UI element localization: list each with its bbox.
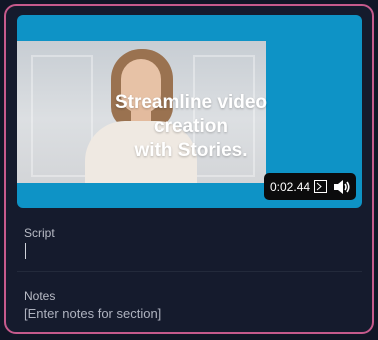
notes-label: Notes bbox=[24, 289, 56, 303]
video-timecode: 0:02.44 bbox=[270, 179, 311, 194]
notes-input[interactable]: [Enter notes for section] bbox=[24, 306, 161, 321]
section-divider bbox=[17, 271, 362, 272]
caption-icon[interactable] bbox=[314, 180, 327, 193]
video-overlay-title: Streamline video creation with Stories. bbox=[114, 92, 268, 161]
script-input[interactable] bbox=[25, 243, 26, 259]
volume-icon[interactable] bbox=[333, 179, 351, 195]
video-preview[interactable]: Streamline video creation with Stories. … bbox=[17, 15, 362, 208]
video-controls: 0:02.44 bbox=[264, 173, 356, 200]
script-label: Script bbox=[24, 226, 55, 240]
story-section-card: Streamline video creation with Stories. … bbox=[4, 4, 374, 334]
